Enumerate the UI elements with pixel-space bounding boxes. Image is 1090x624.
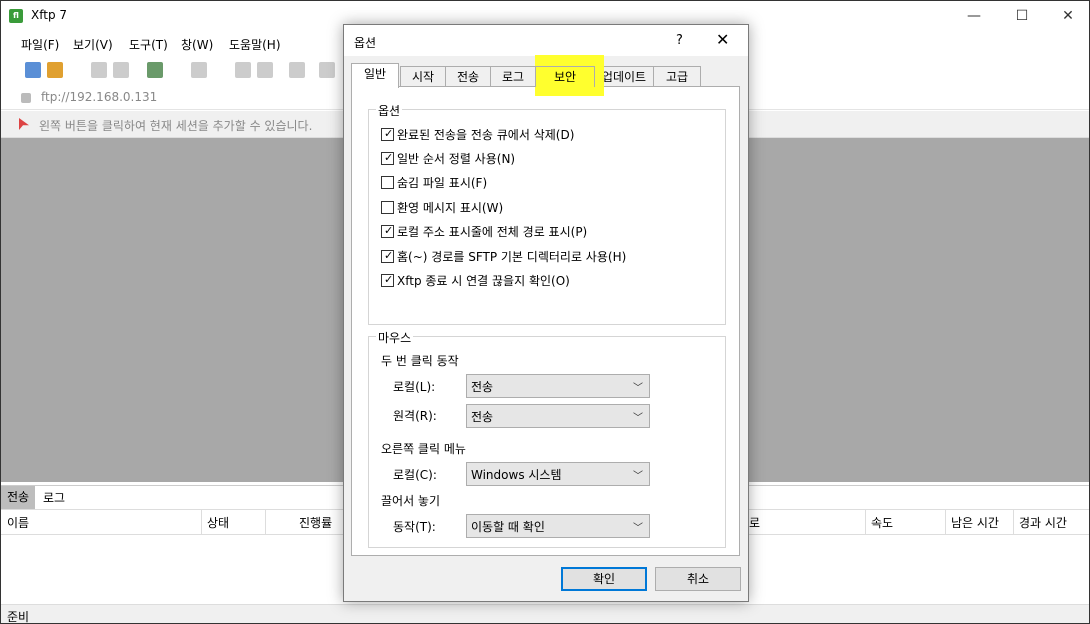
address-input[interactable]: ftp://192.168.0.131 <box>41 90 157 104</box>
option-label: Xftp 종료 시 연결 끊을지 확인(O) <box>397 274 570 288</box>
check-icon: ✓ <box>384 249 394 262</box>
mouse-group: 마우스 두 번 클릭 동작 로컬(L): 전송 ﹀ 원격(R): 전송 ﹀ 오른… <box>368 329 726 548</box>
transfer-icon[interactable] <box>289 62 305 78</box>
option-label: 숨김 파일 표시(F) <box>397 176 488 190</box>
column-progress[interactable]: 진행률 <box>299 514 332 531</box>
checkbox[interactable] <box>381 176 394 189</box>
menu-file[interactable]: 파일(F) <box>21 36 59 53</box>
app-title: Xftp 7 <box>31 8 68 22</box>
checkbox[interactable]: ✓ <box>381 225 394 238</box>
remote-label: 원격(R): <box>393 409 437 423</box>
options-group: 옵션 ✓ 완료된 전송을 전송 큐에서 삭제(D) ✓ 일반 순서 정렬 사용(… <box>368 102 726 325</box>
tab-log[interactable]: 로그 <box>490 66 536 87</box>
disconnect-icon[interactable] <box>113 62 129 78</box>
close-dialog-button[interactable]: ✕ <box>716 30 729 49</box>
options-group-title: 옵션 <box>376 102 403 119</box>
tab-log[interactable]: 로그 <box>43 489 65 506</box>
select-value: 이동할 때 확인 <box>471 520 545 534</box>
lock-icon <box>21 93 31 103</box>
column-name[interactable]: 이름 <box>7 514 29 531</box>
tab-transfer[interactable]: 전송 <box>445 66 491 87</box>
option-label: 홈(~) 경로를 SFTP 기본 디렉터리로 사용(H) <box>397 250 627 264</box>
chevron-down-icon: ﹀ <box>633 523 643 534</box>
open-folder-icon[interactable] <box>47 62 63 78</box>
select-value: 전송 <box>471 380 494 394</box>
checkbox[interactable]: ✓ <box>381 274 394 287</box>
maximize-button[interactable]: ☐ <box>999 1 1045 31</box>
option-label: 일반 순서 정렬 사용(N) <box>397 152 516 166</box>
chevron-down-icon: ﹀ <box>633 471 643 482</box>
close-window-button[interactable]: ✕ <box>1045 1 1089 31</box>
ok-button[interactable]: 확인 <box>561 567 647 591</box>
select-value: Windows 시스템 <box>471 468 562 482</box>
connect-icon[interactable] <box>91 62 107 78</box>
column-speed[interactable]: 속도 <box>871 514 893 531</box>
view-icon[interactable] <box>191 62 207 78</box>
tab-general[interactable]: 일반 <box>351 63 399 88</box>
bookmark-icon <box>19 118 29 130</box>
local-label: 로컬(L): <box>393 380 436 394</box>
check-icon: ✓ <box>384 151 394 164</box>
copy-icon[interactable] <box>235 62 251 78</box>
menu-tools[interactable]: 도구(T) <box>129 36 168 53</box>
help-button[interactable]: ? <box>676 33 683 48</box>
mouse-group-title: 마우스 <box>376 329 414 346</box>
dialog-titlebar: 옵션 ? ✕ <box>344 25 748 56</box>
double-click-title: 두 번 클릭 동작 <box>381 354 459 368</box>
print-icon[interactable] <box>319 62 335 78</box>
checkbox[interactable]: ✓ <box>381 250 394 263</box>
general-tab-panel: 옵션 ✓ 완료된 전송을 전송 큐에서 삭제(D) ✓ 일반 순서 정렬 사용(… <box>351 86 740 556</box>
chevron-down-icon: ﹀ <box>633 413 643 424</box>
tab-security[interactable]: 보안 <box>535 66 595 87</box>
check-icon: ✓ <box>384 127 394 140</box>
check-icon: ✓ <box>384 224 394 237</box>
right-click-title: 오른쪽 클릭 메뉴 <box>381 442 466 456</box>
remote-double-click-select[interactable]: 전송 ﹀ <box>466 404 650 428</box>
column-remaining-time[interactable]: 남은 시간 <box>951 514 999 531</box>
menu-view[interactable]: 보기(V) <box>73 36 113 53</box>
paste-icon[interactable] <box>257 62 273 78</box>
cancel-button[interactable]: 취소 <box>655 567 741 591</box>
tab-advanced[interactable]: 고급 <box>653 66 701 87</box>
tab-transfer[interactable]: 전송 <box>1 486 35 510</box>
status-bar: 준비 <box>1 604 1089 624</box>
select-value: 전송 <box>471 410 494 424</box>
dialog-title: 옵션 <box>354 36 377 50</box>
menu-help[interactable]: 도움말(H) <box>229 36 281 53</box>
status-text: 준비 <box>7 610 30 624</box>
menu-window[interactable]: 창(W) <box>181 36 213 53</box>
checkbox[interactable] <box>381 201 394 214</box>
column-status[interactable]: 상태 <box>207 514 229 531</box>
check-icon: ✓ <box>384 273 394 286</box>
settings-icon[interactable] <box>147 62 163 78</box>
hint-text: 왼쪽 버튼을 클릭하여 현재 세션을 추가할 수 있습니다. <box>39 119 313 133</box>
drag-drop-title: 끌어서 놓기 <box>381 494 441 508</box>
option-label: 환영 메시지 표시(W) <box>397 201 504 215</box>
right-click-menu-select[interactable]: Windows 시스템 ﹀ <box>466 462 650 486</box>
options-dialog: 옵션 ? ✕ 일반 시작 전송 로그 보안 업데이트 고급 옵션 ✓ 완료된 전… <box>343 24 749 602</box>
option-label: 로컬 주소 표시줄에 전체 경로 표시(P) <box>397 225 588 239</box>
option-label: 완료된 전송을 전송 큐에서 삭제(D) <box>397 128 575 142</box>
column-path[interactable]: 로 <box>749 514 760 531</box>
tab-startup[interactable]: 시작 <box>400 66 446 87</box>
drag-drop-action-select[interactable]: 이동할 때 확인 ﹀ <box>466 514 650 538</box>
column-elapsed-time[interactable]: 경과 시간 <box>1019 514 1067 531</box>
chevron-down-icon: ﹀ <box>633 383 643 394</box>
xftp-logo-icon: fl <box>9 9 23 23</box>
checkbox[interactable]: ✓ <box>381 128 394 141</box>
local-double-click-select[interactable]: 전송 ﹀ <box>466 374 650 398</box>
rc-local-label: 로컬(C): <box>393 468 437 482</box>
checkbox[interactable]: ✓ <box>381 152 394 165</box>
new-session-icon[interactable] <box>25 62 41 78</box>
action-label: 동작(T): <box>393 520 436 534</box>
minimize-button[interactable]: — <box>951 1 997 31</box>
